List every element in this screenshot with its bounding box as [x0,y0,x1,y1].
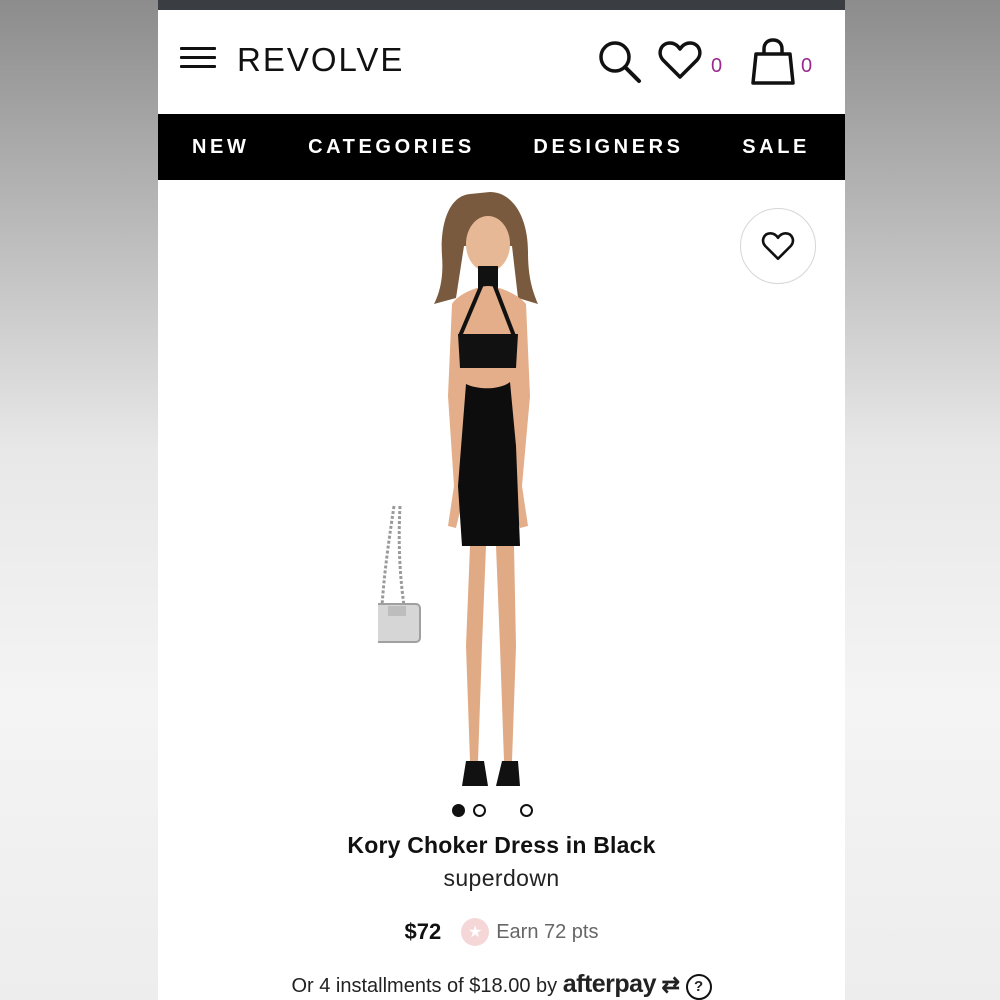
phone-screen: REVOLVE 0 0 NEW CATEGORIES DESIGNERS SAL… [158,0,845,1000]
image-dot-1[interactable] [452,804,465,817]
nav-sale[interactable]: SALE [742,136,810,159]
main-nav: NEW CATEGORIES DESIGNERS SALE [158,114,845,180]
product-brand[interactable]: superdown [158,865,845,892]
star-icon: ★ [461,918,490,946]
product-image[interactable] [378,186,598,826]
heart-icon [761,231,795,261]
points-label: Earn 72 pts [496,920,599,943]
afterpay-logo: afterpay [562,970,657,998]
backdrop-left [0,0,158,1000]
bag-count: 0 [801,55,813,77]
image-dot-3[interactable] [520,804,533,817]
search-icon[interactable] [596,38,642,84]
image-dot-2[interactable] [473,804,486,817]
image-pagination [452,804,533,817]
site-logo[interactable]: REVOLVE [237,41,404,79]
backdrop-right [845,0,1000,1000]
afterpay-row: Or 4 installments of $18.00 by afterpay … [158,970,845,1000]
product-price: $72 [404,919,442,944]
site-header: REVOLVE 0 0 [158,10,845,114]
nav-designers[interactable]: DESIGNERS [533,136,683,159]
wishlist-count: 0 [711,55,723,77]
nav-categories[interactable]: CATEGORIES [308,136,475,159]
menu-icon[interactable] [180,47,216,71]
afterpay-text: Or 4 installments of $18.00 by [291,975,558,997]
status-strip [158,0,845,10]
help-icon[interactable]: ? [685,973,712,1000]
product-info: Kory Choker Dress in Black superdown $72… [158,832,845,1000]
product-title: Kory Choker Dress in Black [347,832,656,858]
nav-new[interactable]: NEW [192,136,249,159]
price-row: $72 ★ Earn 72 pts [158,918,845,946]
afterpay-arrow-icon: ⇄ [661,972,680,997]
rewards-points: ★ Earn 72 pts [461,918,599,946]
add-to-favorites-button[interactable] [740,208,816,284]
heart-icon[interactable] [658,40,702,80]
product-gallery[interactable] [158,180,845,830]
bag-icon[interactable] [751,38,795,86]
